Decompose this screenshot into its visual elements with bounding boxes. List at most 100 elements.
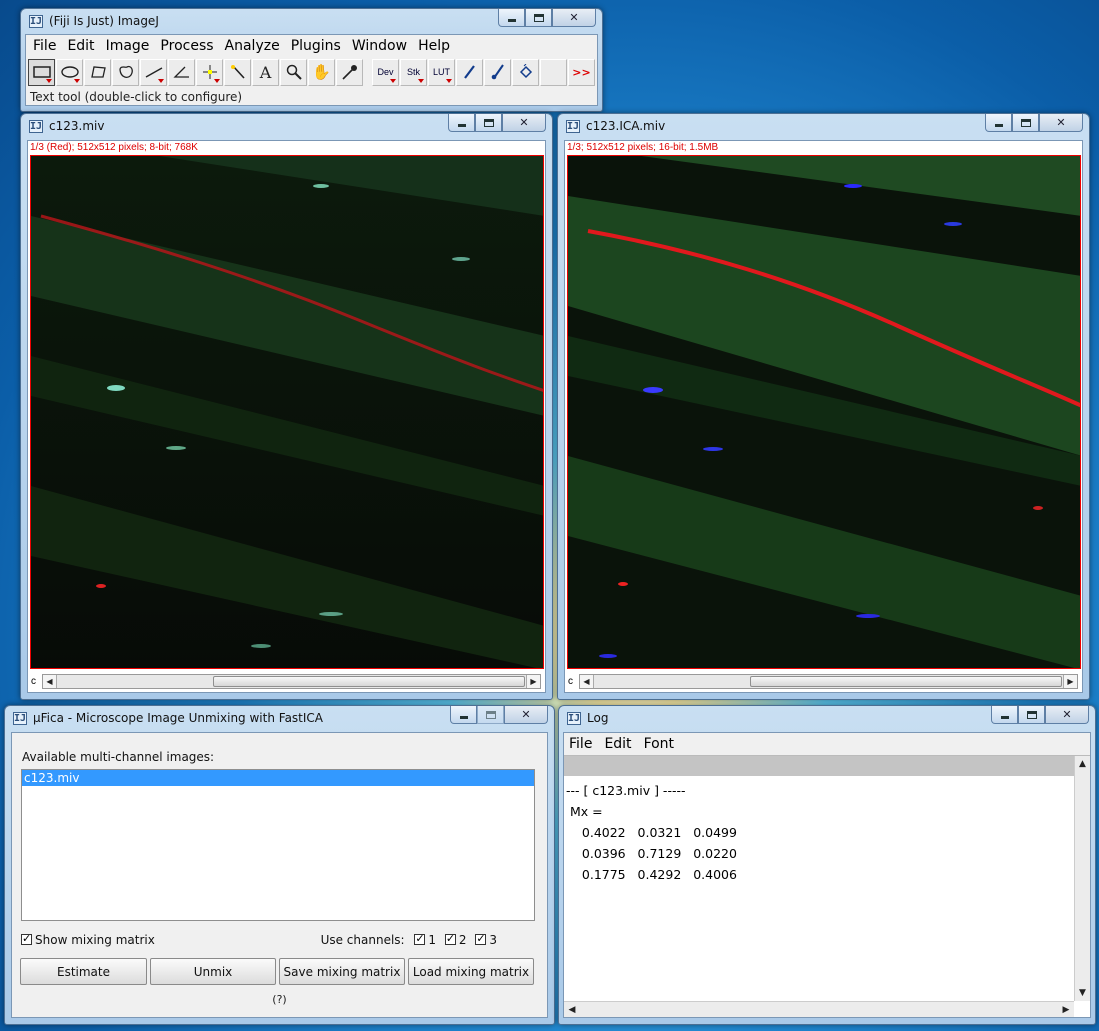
options-row: Show mixing matrix Use channels: 1 2 3	[21, 932, 535, 949]
scroll-up-arrow-icon[interactable]: ▲	[1075, 756, 1090, 772]
empty-tool-slot	[540, 58, 567, 86]
log-menu-edit[interactable]: Edit	[604, 736, 631, 752]
maximize-button[interactable]	[475, 114, 502, 132]
image-window-c123-ica: IJ c123.ICA.miv ✕ 1/3; 512x512 pixels; 1…	[557, 113, 1090, 700]
minimize-button[interactable]	[985, 114, 1012, 132]
brush-tool[interactable]	[484, 58, 511, 86]
estimate-button[interactable]: Estimate	[20, 958, 147, 985]
scroll-left-arrow-icon[interactable]: ◀	[580, 674, 594, 688]
scroll-right-arrow-icon[interactable]: ▶	[1063, 674, 1077, 688]
log-line: 0.1775 0.4292 0.4006	[566, 867, 737, 882]
crosshair-icon	[202, 65, 217, 79]
maximize-button[interactable]	[525, 9, 552, 27]
show-mixing-matrix-checkbox[interactable]: Show mixing matrix	[21, 932, 155, 947]
log-horizontal-scrollbar[interactable]: ◀ ▶	[564, 1001, 1074, 1017]
close-button[interactable]: ✕	[502, 114, 546, 132]
log-menu-file[interactable]: File	[569, 736, 592, 752]
channel-1-checkbox[interactable]: 1	[414, 932, 437, 947]
log-text-area[interactable]: --- [ c123.miv ] ----- Mx = 0.4022 0.032…	[564, 755, 1090, 1017]
minimize-button[interactable]	[448, 114, 475, 132]
scroll-right-arrow-icon[interactable]: ▶	[526, 674, 540, 688]
close-button[interactable]: ✕	[552, 9, 596, 27]
load-mixing-matrix-button[interactable]: Load mixing matrix	[408, 958, 534, 985]
point-tool[interactable]	[196, 58, 223, 86]
minimize-button[interactable]	[450, 706, 477, 724]
rectangle-tool[interactable]	[28, 58, 55, 86]
close-button[interactable]: ✕	[504, 706, 548, 724]
log-line: 0.0396 0.7129 0.0220	[566, 846, 737, 861]
polygon-icon	[90, 66, 106, 78]
imagej-app-icon: IJ	[13, 711, 27, 725]
scroll-left-arrow-icon[interactable]: ◀	[43, 674, 57, 688]
image-listbox[interactable]: c123.miv	[21, 769, 535, 921]
text-icon: A	[259, 62, 272, 82]
maximize-button[interactable]	[1018, 706, 1045, 724]
use-channels-label: Use channels:	[320, 933, 405, 947]
image2-info: 1/3; 512x512 pixels; 16-bit; 1.5MB	[567, 142, 719, 153]
menu-help[interactable]: Help	[418, 38, 450, 54]
line-tool[interactable]	[140, 58, 167, 86]
more-tools-button[interactable]: >>	[568, 58, 595, 86]
close-button[interactable]: ✕	[1039, 114, 1083, 132]
angle-tool[interactable]	[168, 58, 195, 86]
image1-info: 1/3 (Red); 512x512 pixels; 8-bit; 768K	[30, 142, 198, 153]
menu-file[interactable]: File	[33, 38, 56, 54]
channel-3-checkbox[interactable]: 3	[475, 932, 497, 947]
freehand-tool[interactable]	[112, 58, 139, 86]
close-button[interactable]: ✕	[1045, 706, 1089, 724]
image1-titlebar[interactable]: IJ c123.miv ✕	[21, 114, 552, 138]
channel-2-checkbox[interactable]: 2	[444, 932, 467, 947]
polygon-tool[interactable]	[84, 58, 111, 86]
hand-icon: ✋	[312, 63, 331, 81]
stk-menu-tool[interactable]: Stk	[400, 58, 427, 86]
image2-channel-row: c ◀ ▶	[565, 673, 1082, 689]
menu-plugins[interactable]: Plugins	[291, 38, 341, 54]
image2-titlebar[interactable]: IJ c123.ICA.miv ✕	[558, 114, 1089, 138]
minimize-button[interactable]	[498, 9, 525, 27]
pencil-tool[interactable]	[456, 58, 483, 86]
wand-tool[interactable]	[224, 58, 251, 86]
log-titlebar[interactable]: IJ Log ✕	[559, 706, 1095, 730]
dropper-tool[interactable]	[336, 58, 363, 86]
hand-tool[interactable]: ✋	[308, 58, 335, 86]
menu-analyze[interactable]: Analyze	[225, 38, 280, 54]
log-vertical-scrollbar[interactable]: ▲ ▼	[1074, 756, 1090, 1001]
dev-menu-tool[interactable]: Dev	[372, 58, 399, 86]
unmix-button[interactable]: Unmix	[150, 958, 276, 985]
list-item[interactable]: c123.miv	[22, 770, 534, 786]
rectangle-icon	[32, 66, 51, 78]
channel-letter: c	[568, 675, 573, 687]
zoom-tool[interactable]	[280, 58, 307, 86]
menu-window[interactable]: Window	[352, 38, 407, 54]
text-tool[interactable]: A	[252, 58, 279, 86]
image2-canvas[interactable]	[567, 155, 1081, 669]
imagej-app-icon: IJ	[29, 14, 43, 28]
image1-canvas[interactable]	[30, 155, 544, 669]
fastica-titlebar[interactable]: IJ µFica - Microscope Image Unmixing wit…	[5, 706, 554, 730]
scroll-right-arrow-icon[interactable]: ▶	[1058, 1002, 1074, 1018]
lut-menu-tool[interactable]: LUT	[428, 58, 455, 86]
channel-1-label: 1	[428, 933, 437, 947]
oval-tool[interactable]	[56, 58, 83, 86]
image1-channel-scrollbar[interactable]: ◀ ▶	[42, 673, 541, 689]
checkbox-checked-icon	[21, 932, 32, 945]
image2-channel-scrollbar[interactable]: ◀ ▶	[579, 673, 1078, 689]
maximize-button[interactable]	[1012, 114, 1039, 132]
log-line: 0.4022 0.0321 0.0499	[566, 825, 737, 840]
scroll-thumb[interactable]	[213, 675, 525, 687]
dev-label: Dev	[377, 67, 394, 77]
flood-fill-tool[interactable]	[512, 58, 539, 86]
channel-2-label: 2	[458, 933, 467, 947]
menu-image[interactable]: Image	[106, 38, 150, 54]
log-menu-font[interactable]: Font	[644, 736, 674, 752]
menu-edit[interactable]: Edit	[67, 38, 94, 54]
scroll-down-arrow-icon[interactable]: ▼	[1075, 985, 1090, 1001]
save-mixing-matrix-button[interactable]: Save mixing matrix	[279, 958, 405, 985]
help-link[interactable]: (?)	[12, 993, 547, 1006]
imagej-titlebar[interactable]: IJ (Fiji Is Just) ImageJ ✕	[21, 9, 602, 33]
magnifier-icon	[286, 64, 302, 80]
scroll-left-arrow-icon[interactable]: ◀	[564, 1002, 580, 1018]
menu-process[interactable]: Process	[160, 38, 213, 54]
minimize-button[interactable]	[991, 706, 1018, 724]
scroll-thumb[interactable]	[750, 675, 1062, 687]
